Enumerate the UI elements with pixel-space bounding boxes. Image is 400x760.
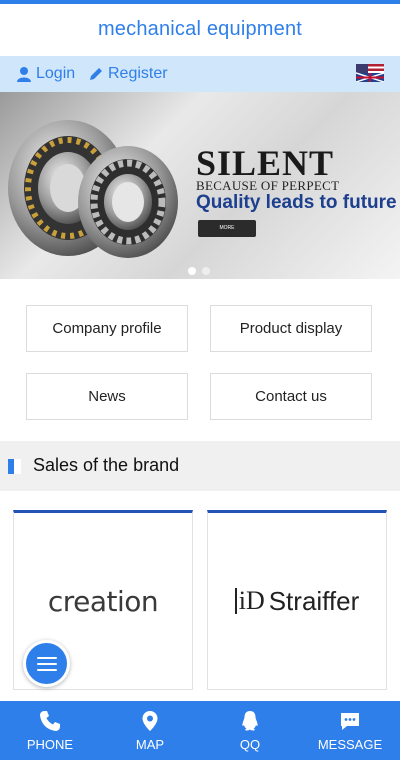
hero-banner[interactable]: SILENT BECAUSE OF PERPECT Quality leads …: [0, 92, 400, 279]
menu-line: [36, 656, 57, 659]
user-icon: [17, 67, 31, 82]
news-button[interactable]: News: [26, 373, 188, 420]
carousel-dots: [188, 267, 210, 275]
section-marker-icon: [8, 459, 21, 474]
banner-more-button[interactable]: MORE: [198, 220, 256, 237]
bottom-nav-label: PHONE: [26, 737, 74, 752]
brand-name: Straiffer: [268, 585, 360, 616]
site-title: mechanical equipment: [97, 18, 303, 40]
brand-card-straiffer[interactable]: iD Straiffer: [207, 510, 387, 690]
login-link[interactable]: Login: [16, 65, 75, 83]
nav-grid: Company profile Product display News Con…: [0, 279, 400, 441]
bottom-nav-label: MESSAGE: [317, 737, 383, 752]
site-header: mechanical equipment: [0, 0, 400, 56]
carousel-dot-1[interactable]: [188, 267, 196, 275]
bottom-nav-label: MAP: [135, 737, 165, 752]
menu-line: [36, 668, 57, 671]
banner-slogan: Quality leads to future: [196, 192, 397, 213]
menu-button[interactable]: [23, 640, 70, 687]
phone-icon: [40, 711, 60, 731]
flag-icon[interactable]: [356, 64, 384, 82]
qq-icon: [242, 711, 258, 731]
bottom-nav-label: QQ: [239, 737, 261, 752]
carousel-dot-2[interactable]: [202, 267, 210, 275]
message-icon: [341, 713, 359, 730]
bottom-nav-qq[interactable]: QQ: [200, 701, 300, 760]
bearing-image: [8, 120, 178, 258]
register-label: Register: [108, 65, 168, 82]
product-display-button[interactable]: Product display: [210, 305, 372, 352]
bottom-nav: PHONE MAP QQ MESSAGE: [0, 701, 400, 760]
brand-logo-creation: creation: [47, 584, 159, 618]
map-pin-icon: [142, 711, 158, 731]
bottom-nav-map[interactable]: MAP: [100, 701, 200, 760]
bottom-nav-phone[interactable]: PHONE: [0, 701, 100, 760]
section-title: Sales of the brand: [33, 455, 180, 475]
brand-mark: iD: [234, 588, 265, 614]
company-profile-button[interactable]: Company profile: [26, 305, 188, 352]
section-header: Sales of the brand: [0, 441, 400, 491]
login-label: Login: [36, 65, 76, 82]
contact-us-button[interactable]: Contact us: [210, 373, 372, 420]
register-link[interactable]: Register: [88, 65, 168, 83]
brand-logo-straiffer: iD Straiffer: [234, 585, 360, 617]
user-bar: Login Register: [0, 56, 400, 92]
menu-line: [36, 662, 57, 665]
pencil-icon: [90, 68, 102, 80]
bottom-nav-message[interactable]: MESSAGE: [300, 701, 400, 760]
